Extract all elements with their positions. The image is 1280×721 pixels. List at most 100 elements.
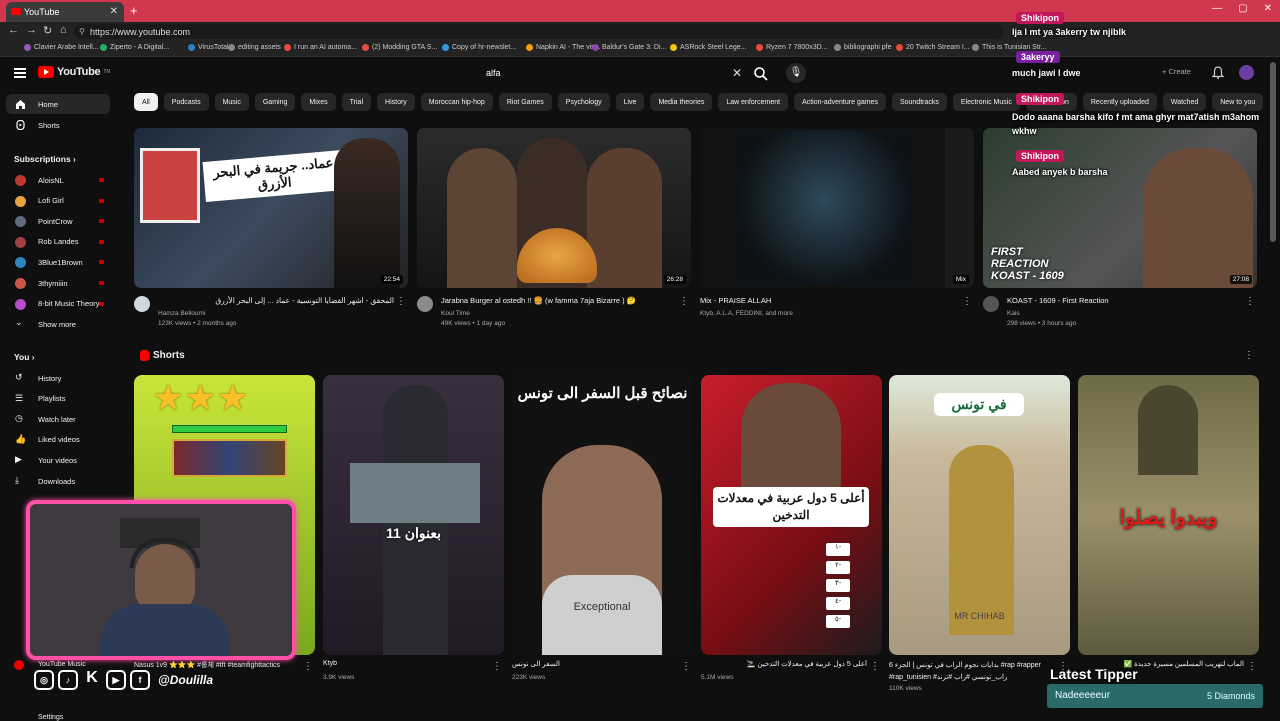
short-title[interactable]: السفر الى تونس	[512, 660, 678, 668]
site-info-icon[interactable]: ⚲	[79, 27, 85, 36]
channel-name[interactable]: Kais	[1007, 310, 1020, 317]
video-title[interactable]: Mix - PRAISE ALLAH	[700, 296, 936, 305]
short-title[interactable]: 6 بدايات نجوم الراب في تونس | الجزء #rap…	[889, 660, 1055, 684]
filter-chip[interactable]: Media theories	[650, 93, 713, 111]
channel-avatar[interactable]	[417, 296, 433, 312]
short-title[interactable]: أعلى 5 دول عربية في معدلات التدخين 🚬	[701, 660, 867, 668]
short-thumbnail[interactable]: أعلى 5 دول عربية في معدلات التدخين ١- ٢- ٣…	[701, 375, 882, 655]
home-icon[interactable]: ⌂	[60, 24, 67, 36]
reload-icon[interactable]: ↻	[43, 24, 52, 37]
menu-icon[interactable]	[14, 68, 26, 78]
bookmark-item[interactable]: ASRock Steel Lege...	[670, 44, 747, 51]
short-thumbnail[interactable]: نصائح قبل السفر الى تونس Exceptional	[512, 375, 693, 655]
bookmark-item[interactable]: Ryzen 7 7800x3D...	[756, 44, 827, 51]
bookmark-item[interactable]: Ziperto - A Digital...	[100, 44, 169, 51]
filter-chip[interactable]: Mixes	[301, 93, 336, 111]
sidebar-item-youtube-music[interactable]: YouTube Music	[38, 661, 86, 668]
video-thumbnail[interactable]: عماد.. جريمة في البحر الأزرق 22:54	[134, 128, 408, 288]
channel-name[interactable]: Koul Time	[441, 310, 470, 317]
more-options-icon[interactable]: ⋮	[870, 661, 880, 672]
more-options-icon[interactable]: ⋮	[681, 661, 691, 672]
subscription-item[interactable]: 3Blue1Brown	[6, 252, 110, 272]
bookmark-item[interactable]: Baldur's Gate 3: Di...	[592, 44, 666, 51]
short-thumbnail[interactable]: بعنوان 11	[323, 375, 504, 655]
short-thumbnail[interactable]: في تونس MR CHIHAB	[889, 375, 1070, 655]
notifications-bell-icon[interactable]	[1212, 66, 1224, 79]
more-options-icon[interactable]: ⋮	[396, 296, 406, 307]
scrollbar[interactable]	[1270, 62, 1276, 242]
clear-search-icon[interactable]: ✕	[732, 66, 742, 80]
bookmark-item[interactable]: VirusTotal	[188, 44, 229, 51]
short-thumbnail[interactable]: ويبدوا يصلوا	[1078, 375, 1259, 655]
subscription-item[interactable]: Lofi Girl	[6, 191, 110, 211]
bookmark-item[interactable]: (2) Modding GTA S...	[362, 44, 437, 51]
filter-chip[interactable]: Electronic Music	[952, 93, 1020, 111]
sidebar-item-shorts[interactable]: Shorts	[6, 115, 110, 135]
microphone-icon[interactable]: 🎙	[786, 63, 806, 83]
channel-avatar[interactable]	[134, 296, 150, 312]
sidebar-item-liked-videos[interactable]: 👍 Liked videos	[6, 430, 110, 450]
sidebar-item-history[interactable]: ↺ History	[6, 368, 110, 388]
more-options-icon[interactable]: ⋮	[303, 661, 313, 672]
new-tab-button[interactable]: +	[130, 3, 138, 18]
subscription-item[interactable]: AloisNL	[6, 170, 110, 190]
close-tab-icon[interactable]: ✕	[110, 6, 118, 17]
url-field[interactable]: ⚲ https://www.youtube.com	[74, 24, 1004, 39]
filter-chip[interactable]: History	[377, 93, 415, 111]
filter-chip[interactable]: Action-adventure games	[794, 93, 886, 111]
short-title[interactable]: Nasus 1v9 ⭐⭐⭐ #롤체 #tft #teamfighttactics	[134, 660, 300, 670]
subscription-item[interactable]: Rob Landes	[6, 232, 110, 252]
filter-chip[interactable]: Trial	[341, 93, 372, 111]
filter-chip[interactable]: New to you	[1212, 93, 1264, 111]
channel-avatar[interactable]	[983, 296, 999, 312]
filter-chip[interactable]: Psychology	[557, 93, 610, 111]
video-title[interactable]: Jarabna Burger al ostedh !! 🍔 (w famma 7…	[441, 296, 677, 305]
youtube-logo[interactable]: YouTube TN	[38, 66, 110, 78]
sidebar-item-downloads[interactable]: ⤓ Downloads	[6, 471, 110, 491]
filter-chip[interactable]: Music	[214, 93, 249, 111]
filter-chip[interactable]: Recently uploaded	[1082, 93, 1157, 111]
bookmark-item[interactable]: This is Tunisian Str...	[972, 44, 1047, 51]
create-button[interactable]: + Create	[1162, 67, 1191, 76]
bookmark-item[interactable]: bibliographi pfe	[834, 44, 891, 51]
back-arrow-icon[interactable]: ←	[8, 24, 19, 36]
filter-chip[interactable]: Moroccan hip-hop	[420, 93, 493, 111]
bookmark-item[interactable]: I run an AI automa...	[284, 44, 357, 51]
filter-chip[interactable]: Watched	[1162, 93, 1207, 111]
search-input[interactable]: alfa ✕	[476, 63, 748, 83]
more-options-icon[interactable]: ⋮	[1245, 296, 1255, 307]
filter-chip[interactable]: Law enforcement	[718, 93, 789, 111]
video-thumbnail[interactable]: 26:28	[417, 128, 691, 288]
filter-chip[interactable]: All	[134, 93, 158, 111]
forward-arrow-icon[interactable]: →	[26, 24, 37, 36]
subscription-item[interactable]: 8-bit Music Theory	[6, 294, 110, 314]
subscription-item[interactable]: PointCrow	[6, 211, 110, 231]
more-options-icon[interactable]: ⋮	[962, 296, 972, 307]
filter-chip[interactable]: Gaming	[254, 93, 296, 111]
you-header[interactable]: You ›	[14, 352, 35, 362]
minimize-icon[interactable]: —	[1212, 3, 1222, 14]
bookmark-item[interactable]: editing assets	[228, 44, 281, 51]
video-thumbnail[interactable]: Mix	[700, 128, 974, 288]
more-options-icon[interactable]: ⋮	[1244, 350, 1254, 361]
browser-tab[interactable]: YouTube ✕	[6, 2, 124, 22]
bookmark-item[interactable]: 20 Twitch Stream I...	[896, 44, 970, 51]
short-title[interactable]: Ktyb	[323, 660, 489, 667]
subscriptions-header[interactable]: Subscriptions ›	[14, 154, 76, 164]
sidebar-item-watch-later[interactable]: ◷ Watch later	[6, 409, 110, 429]
close-window-icon[interactable]: ✕	[1264, 3, 1272, 14]
sidebar-item-home[interactable]: Home	[6, 94, 110, 114]
sidebar-item-your-videos[interactable]: ▶ Your videos	[6, 450, 110, 470]
channel-name[interactable]: Hamza Belloumi	[158, 310, 205, 317]
bookmark-item[interactable]: Napkin AI - The vis...	[526, 44, 600, 51]
bookmark-item[interactable]: Clavier Arabe Intell...	[24, 44, 99, 51]
more-options-icon[interactable]: ⋮	[1247, 661, 1257, 672]
maximize-icon[interactable]: ▢	[1238, 3, 1247, 14]
video-title[interactable]: KOAST - 1609 - First Reaction	[1007, 296, 1243, 305]
video-title[interactable]: المحقق - اشهر القضايا التونسية - عماد ..…	[158, 296, 394, 305]
account-avatar[interactable]	[1239, 65, 1254, 80]
more-options-icon[interactable]: ⋮	[679, 296, 689, 307]
more-options-icon[interactable]: ⋮	[492, 661, 502, 672]
filter-chip[interactable]: Riot Games	[498, 93, 552, 111]
bookmark-item[interactable]: Copy of hr-newslet...	[442, 44, 516, 51]
